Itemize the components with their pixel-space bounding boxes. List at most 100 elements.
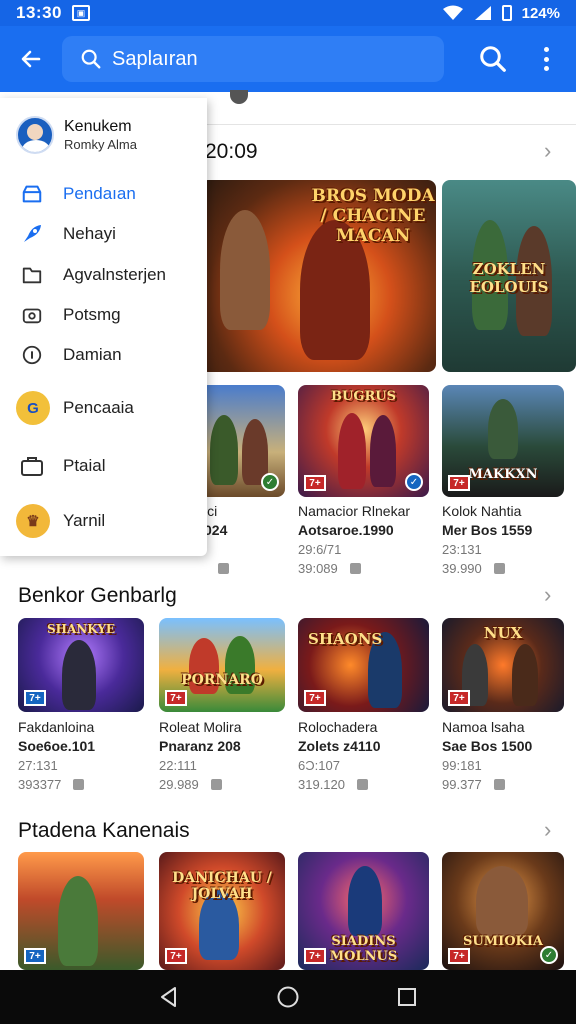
drawer-item-pendaian[interactable]: Pendaıan	[20, 182, 136, 206]
search-input[interactable]	[112, 47, 412, 71]
rating-badge-icon: 7+	[304, 475, 326, 491]
gift-icon: ♛	[16, 504, 50, 538]
drawer-item-yarnil[interactable]: ♛ Yarnil	[16, 504, 106, 538]
profile-subtitle: Romky Alma	[64, 136, 137, 152]
game-card-8[interactable]: 7+	[18, 852, 144, 970]
drawer-item-label: Potsmg	[63, 305, 121, 324]
download-icon	[493, 779, 505, 790]
game-center-icon: G	[16, 391, 50, 425]
game-card-1-meta: ici 024	[204, 502, 229, 578]
card-subtitle: ici	[204, 503, 218, 519]
rating-badge-icon: 7+	[24, 690, 46, 706]
card-subtitle: Aotsaroe.1990	[298, 522, 394, 538]
card-title: Fakdanloina	[18, 719, 95, 735]
section-title-3: Ptadena Kanenais	[18, 819, 190, 842]
card-title: Kolok Nahtia	[442, 503, 522, 519]
card-stat: 99:181	[442, 758, 482, 773]
featured-card-1[interactable]: BROS MODA / CHACINE MACAN	[200, 180, 436, 372]
rating-badge-icon: 7+	[165, 690, 187, 706]
system-navigation-bar	[0, 970, 576, 1024]
game-card-10[interactable]: SIADINS MOLNUS 7+	[298, 852, 429, 970]
download-icon	[349, 563, 361, 574]
game-card-5[interactable]: PORNARO 7+	[159, 618, 285, 712]
download-icon	[357, 779, 368, 790]
card-art-title: SHAONS	[308, 630, 383, 648]
hero-figure	[62, 640, 96, 710]
featured-art-title: ZOKLEN EOLOUIS	[469, 260, 549, 296]
back-button[interactable]	[0, 26, 62, 92]
drawer-item-potsmg[interactable]: Potsmg	[20, 303, 121, 327]
drawer-profile[interactable]: Kenukem Romky Alma	[16, 116, 137, 154]
card-subtitle: Sae Bos 1500	[442, 738, 533, 754]
game-card-1[interactable]: ✓	[200, 385, 285, 497]
status-bar: 13:30 ▣ 124%	[0, 0, 576, 26]
drawer-item-label: Yarnil	[63, 511, 106, 530]
drawer-item-ptaial[interactable]: Ptaial	[20, 454, 106, 478]
hero-figure	[338, 413, 366, 489]
card-stat: 6Ɔ:107	[298, 758, 340, 773]
featured-card-2[interactable]: ZOKLEN EOLOUIS	[442, 180, 576, 372]
section-title-2: Benkor Genbarlg	[18, 584, 177, 607]
profile-name: Kenukem	[64, 117, 132, 135]
card-subtitle: Mer Bos 1559	[442, 522, 533, 538]
card-art-title: DANICHAU / JOLVAH	[172, 870, 272, 902]
navigation-drawer: Kenukem Romky Alma Pendaıan Nehayi Agval…	[0, 98, 207, 556]
drawer-item-label: Damian	[63, 345, 122, 364]
check-badge-icon: ✓	[261, 473, 279, 491]
nav-recents-button[interactable]	[387, 977, 427, 1017]
download-icon	[218, 563, 229, 574]
rocket-icon	[20, 222, 44, 246]
drawer-item-label: Agvalnsterjen	[63, 265, 167, 284]
game-card-3-meta: Kolok Nahtia Mer Bos 1559 23:131 39.990	[442, 502, 532, 578]
square-recents-icon	[397, 988, 416, 1006]
chevron-right-icon[interactable]: ›	[544, 140, 558, 162]
game-card-11[interactable]: SUMIOKIA 7+ ✓	[442, 852, 564, 970]
search-icon	[81, 49, 101, 69]
featured-art-title: BROS MODA / CHACINE MACAN	[311, 186, 435, 246]
search-box[interactable]	[62, 36, 444, 82]
chevron-right-icon[interactable]: ›	[544, 584, 558, 606]
search-action-icon[interactable]	[478, 44, 508, 74]
card-downloads: 39.990	[442, 561, 482, 576]
card-title: Namoa lsaha	[442, 719, 525, 735]
nav-home-button[interactable]	[268, 977, 308, 1017]
drawer-item-label: Pencaaia	[63, 398, 134, 417]
card-line2: 024	[204, 522, 228, 538]
drawer-item-agvalnsterjen[interactable]: Agvalnsterjen	[20, 263, 166, 287]
rating-badge-icon: 7+	[448, 948, 470, 964]
game-card-7[interactable]: NUX 7+	[442, 618, 564, 712]
drawer-item-pencaaia[interactable]: G Pencaaia	[16, 391, 134, 425]
circle-home-icon	[277, 986, 299, 1008]
game-card-4[interactable]: SHANKYE 7+	[18, 618, 144, 712]
wifi-icon	[442, 5, 463, 20]
game-card-3[interactable]: MAKKXN 7+	[442, 385, 564, 497]
rating-badge-icon: 7+	[448, 475, 470, 491]
drawer-item-nehayi[interactable]: Nehayi	[20, 222, 116, 246]
store-icon	[20, 182, 44, 206]
card-title: Rolochadera	[298, 719, 378, 735]
nav-back-button[interactable]	[149, 977, 189, 1017]
drawer-item-label: Nehayi	[63, 224, 116, 243]
drawer-item-label: Pendaıan	[63, 184, 136, 203]
pull-indicator	[230, 90, 248, 104]
drawer-item-label: Ptaial	[63, 456, 106, 475]
hero-figure	[348, 866, 382, 936]
section-title-1: 20:09	[205, 140, 258, 163]
card-art-title: BUGRUS	[331, 389, 396, 404]
card-downloads: 29.989	[159, 777, 199, 792]
card-downloads: 319.120	[298, 777, 345, 792]
hero-figure	[220, 210, 270, 330]
game-card-6[interactable]: SHAONS 7+	[298, 618, 429, 712]
game-card-5-meta: Roleat Molira Pnaranz 208 22:111 29.989	[159, 718, 241, 794]
game-card-2[interactable]: BUGRUS 7+ ✓	[298, 385, 429, 497]
game-card-9[interactable]: DANICHAU / JOLVAH 7+	[159, 852, 285, 970]
game-card-2-meta: Namacior Rlnekar Aotsaroe.1990 29:6/71 3…	[298, 502, 410, 578]
chevron-right-icon[interactable]: ›	[544, 819, 558, 841]
hero-figure	[210, 415, 238, 485]
game-card-4-meta: Fakdanloina Soe6oe.101 27:131 393377	[18, 718, 95, 794]
card-art-title: SHANKYE	[46, 622, 116, 636]
drawer-item-damian[interactable]: Damian	[20, 343, 122, 367]
overflow-menu-icon[interactable]	[536, 44, 556, 74]
signal-icon	[474, 6, 491, 20]
download-icon	[73, 779, 85, 790]
